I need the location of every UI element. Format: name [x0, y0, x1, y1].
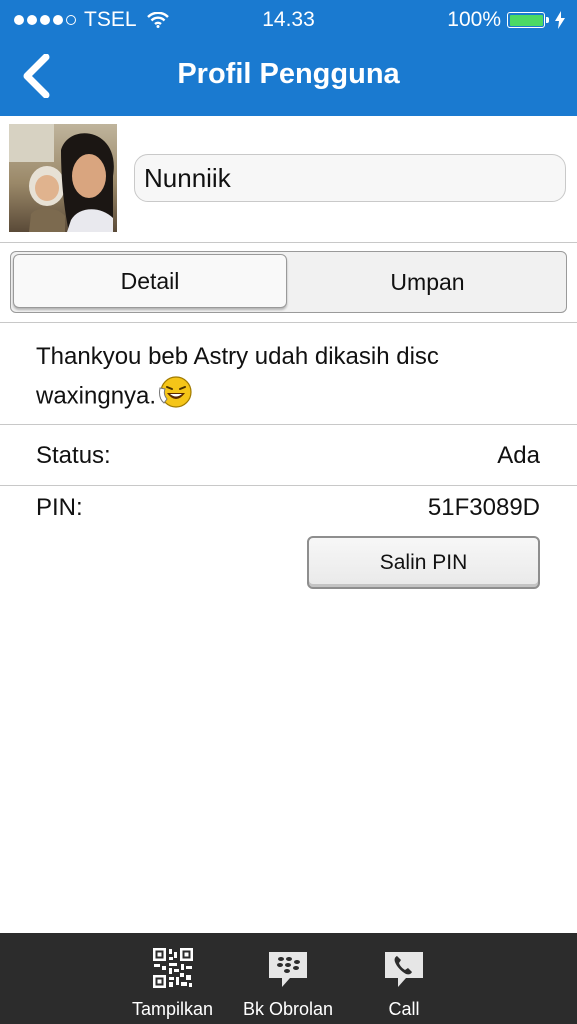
navigation-bar: Profil Pengguna: [0, 40, 577, 116]
tab-umpan[interactable]: Umpan: [289, 252, 566, 312]
profile-photo: [9, 124, 117, 232]
start-chat-label: Bk Obrolan: [242, 999, 334, 1019]
call-label: Call: [388, 999, 420, 1019]
show-barcode-button[interactable]: Tampilkan: [120, 933, 225, 1024]
show-barcode-label: Tampilkan: [131, 999, 214, 1019]
start-chat-button[interactable]: Bk Obrolan: [236, 933, 340, 1024]
battery-info: 100%: [447, 8, 565, 32]
phone-icon: [385, 952, 423, 987]
tab-detail[interactable]: Detail: [13, 254, 287, 308]
status-bar: TSEL 14.33 100%: [0, 0, 577, 40]
bottom-toolbar: Tampilkan Bk Obrolan Call: [0, 933, 577, 1024]
status-label: Status:: [36, 442, 111, 469]
segmented-control: Detail Umpan: [10, 251, 567, 313]
pin-value: 51F3089D: [427, 494, 540, 521]
personal-message: Thankyou beb Astry udah dikasih disc wax…: [36, 340, 536, 420]
bbm-chat-icon: [269, 952, 307, 987]
copy-pin-button[interactable]: Salin PIN: [307, 536, 540, 589]
charging-bolt-icon: [555, 11, 565, 29]
status-row: Status: Ada: [0, 424, 577, 486]
pin-label: PIN:: [36, 494, 83, 521]
status-value: Ada: [497, 442, 540, 469]
battery-icon: [507, 12, 549, 28]
laughing-emoji-icon: [158, 374, 194, 420]
call-button[interactable]: Call: [368, 933, 440, 1024]
avatar[interactable]: [9, 124, 117, 232]
pin-row: PIN: 51F3089D: [0, 485, 577, 526]
page-title: Profil Pengguna: [177, 58, 400, 90]
personal-message-text: Thankyou beb Astry udah dikasih disc wax…: [36, 343, 439, 410]
qr-code-icon: [151, 947, 194, 989]
profile-header: Nunniik: [0, 116, 577, 243]
display-name-field[interactable]: Nunniik: [134, 154, 566, 202]
tab-section: Detail Umpan: [0, 242, 577, 323]
battery-percent: 100%: [447, 8, 501, 31]
